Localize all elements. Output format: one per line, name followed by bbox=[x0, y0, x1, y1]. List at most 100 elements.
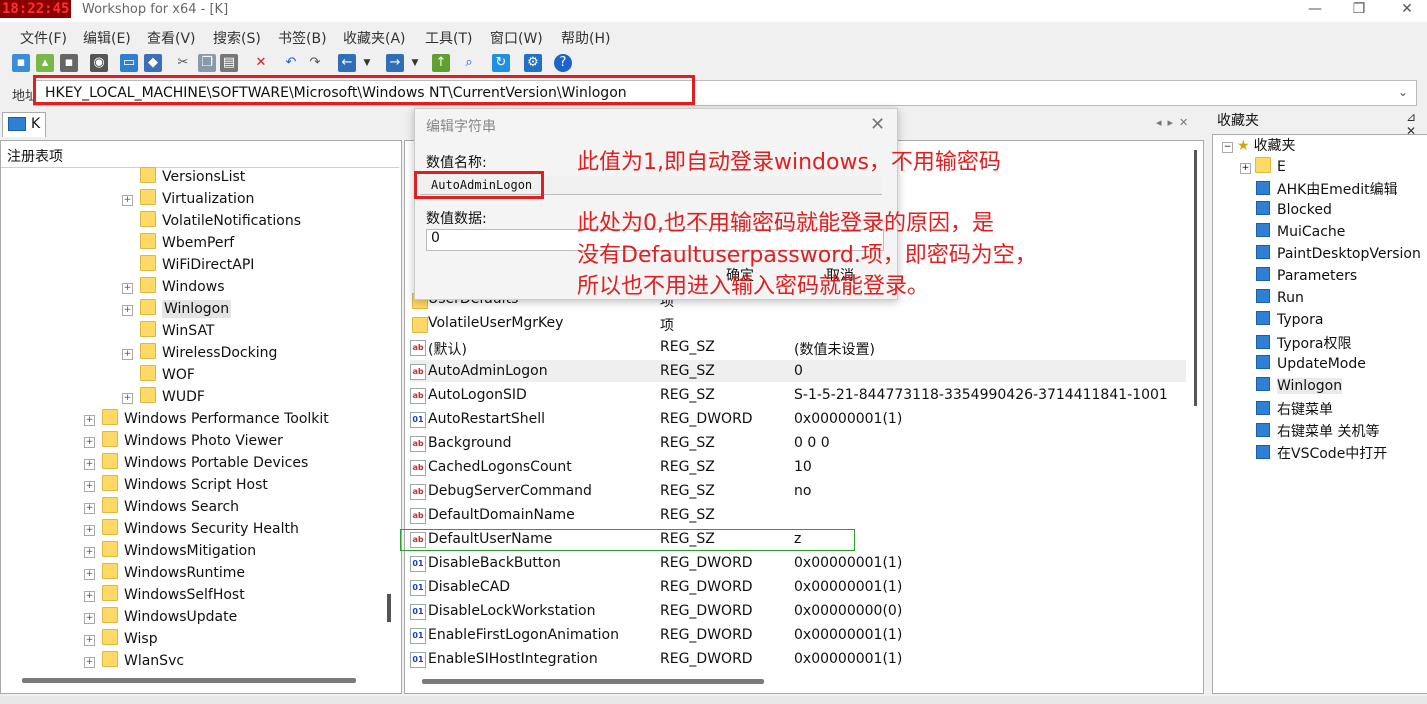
favorite-item[interactable]: PaintDesktopVersion bbox=[1256, 245, 1421, 267]
tree-item[interactable]: + Winlogon bbox=[122, 299, 232, 321]
tree-item[interactable]: + WUDF bbox=[122, 387, 205, 409]
favorite-item[interactable]: Parameters bbox=[1256, 267, 1357, 289]
value-row[interactable]: 01 DisableCAD REG_DWORD 0x00000001(1) bbox=[410, 577, 1186, 599]
tree-item[interactable]: VolatileNotifications bbox=[140, 211, 301, 233]
menu-file[interactable]: 文件(F) bbox=[20, 28, 67, 48]
forward-dropdown-icon[interactable]: ▼ bbox=[406, 54, 424, 72]
favorite-item[interactable]: Winlogon bbox=[1256, 377, 1343, 399]
tree-item[interactable]: + Windows bbox=[122, 277, 225, 299]
save-icon[interactable]: ▪ bbox=[60, 54, 78, 72]
forward-icon[interactable]: → bbox=[386, 54, 404, 72]
tree-item[interactable]: + WindowsMitigation bbox=[84, 541, 256, 563]
expand-icon[interactable]: + bbox=[84, 657, 95, 668]
expand-icon[interactable]: + bbox=[84, 547, 95, 558]
expand-icon[interactable]: + bbox=[122, 393, 133, 404]
tree-item[interactable]: + Wisp bbox=[84, 629, 158, 651]
favorite-item[interactable]: MuiCache bbox=[1256, 223, 1345, 245]
tree-item[interactable]: + WindowsRuntime bbox=[84, 563, 245, 585]
address-dropdown-icon[interactable]: ⌄ bbox=[1398, 85, 1408, 99]
dialog-close-icon[interactable]: ✕ bbox=[870, 114, 885, 135]
favorite-item[interactable]: Run bbox=[1256, 289, 1304, 311]
new-icon[interactable]: ▪ bbox=[12, 54, 30, 72]
tree-item[interactable]: + Virtualization bbox=[122, 189, 254, 211]
menu-view[interactable]: 查看(V) bbox=[147, 28, 196, 48]
expand-icon[interactable]: + bbox=[84, 503, 95, 514]
favorite-item[interactable]: + E bbox=[1240, 157, 1286, 179]
expand-icon[interactable]: + bbox=[1240, 163, 1251, 174]
tree-item[interactable]: + Windows Performance Toolkit bbox=[84, 409, 329, 431]
expand-icon[interactable]: + bbox=[84, 459, 95, 470]
favorite-item[interactable]: 右键菜单 bbox=[1256, 399, 1333, 421]
back-icon[interactable]: ← bbox=[338, 54, 356, 72]
settings-icon[interactable]: ⚙ bbox=[524, 54, 542, 72]
menu-edit[interactable]: 编辑(E) bbox=[83, 28, 131, 48]
value-row[interactable]: VolatileUserMgrKey 项 bbox=[410, 313, 1186, 335]
tree-item[interactable]: + Windows Portable Devices bbox=[84, 453, 308, 475]
expand-icon[interactable]: + bbox=[84, 437, 95, 448]
collapse-icon[interactable]: − bbox=[1222, 142, 1233, 153]
expand-icon[interactable]: + bbox=[84, 569, 95, 580]
refresh-icon[interactable]: ↻ bbox=[492, 54, 510, 72]
tree-item[interactable]: WiFiDirectAPI bbox=[140, 255, 254, 277]
value-row[interactable]: ab CachedLogonsCount REG_SZ 10 bbox=[410, 457, 1186, 479]
favorite-item[interactable]: Typora权限 bbox=[1256, 333, 1351, 355]
value-row[interactable]: 01 DisableLockWorkstation REG_DWORD 0x00000… bbox=[410, 601, 1186, 623]
favorites-root[interactable]: − ★ 收藏夹 bbox=[1222, 135, 1296, 157]
close-button[interactable]: ✕ bbox=[1392, 0, 1422, 20]
back-dropdown-icon[interactable]: ▼ bbox=[358, 54, 376, 72]
tree-item[interactable]: + WirelessDocking bbox=[122, 343, 277, 365]
favorite-item[interactable]: Blocked bbox=[1256, 201, 1332, 223]
expand-icon[interactable]: + bbox=[84, 525, 95, 536]
expand-icon[interactable]: + bbox=[122, 305, 133, 316]
help-icon[interactable]: ? bbox=[554, 54, 572, 72]
favorite-item[interactable]: 右键菜单 关机等 bbox=[1256, 421, 1379, 443]
network-icon[interactable]: ◆ bbox=[144, 54, 162, 72]
expand-icon[interactable]: + bbox=[84, 613, 95, 624]
menu-tools[interactable]: 工具(T) bbox=[425, 28, 472, 48]
computer-icon[interactable]: ▭ bbox=[120, 54, 138, 72]
tree-item[interactable]: + Windows Search bbox=[84, 497, 239, 519]
menu-help[interactable]: 帮助(H) bbox=[561, 28, 610, 48]
tree-item[interactable]: WinSAT bbox=[140, 321, 215, 343]
value-row[interactable]: ab Background REG_SZ 0 0 0 bbox=[410, 433, 1186, 455]
expand-icon[interactable]: + bbox=[122, 349, 133, 360]
camera-icon[interactable]: ◉ bbox=[90, 54, 108, 72]
expand-icon[interactable]: + bbox=[122, 283, 133, 294]
tree-item[interactable]: + Windows Photo Viewer bbox=[84, 431, 283, 453]
undo-icon[interactable]: ↶ bbox=[282, 54, 300, 72]
tree-item[interactable]: + Windows Security Health bbox=[84, 519, 299, 541]
tab-k[interactable]: K bbox=[2, 112, 46, 137]
copy-icon[interactable]: ❐ bbox=[198, 54, 216, 72]
expand-icon[interactable]: + bbox=[84, 635, 95, 646]
expand-icon[interactable]: + bbox=[84, 591, 95, 602]
tree-horizontal-scrollbar[interactable] bbox=[22, 678, 356, 683]
value-row[interactable]: 01 AutoRestartShell REG_DWORD 0x00000001(1) bbox=[410, 409, 1186, 431]
value-row[interactable]: 01 DisableBackButton REG_DWORD 0x00000001(1… bbox=[410, 553, 1186, 575]
favorite-item[interactable]: AHK由Emedit编辑 bbox=[1256, 179, 1398, 201]
parent-key-icon[interactable]: ↑ bbox=[432, 54, 450, 72]
value-row[interactable]: ab DefaultDomainName REG_SZ bbox=[410, 505, 1186, 527]
redo-icon[interactable]: ↷ bbox=[306, 54, 324, 72]
cut-icon[interactable]: ✂ bbox=[174, 54, 192, 72]
favorite-item[interactable]: UpdateMode bbox=[1256, 355, 1366, 377]
value-row[interactable]: 01 EnableFirstLogonAnimation REG_DWORD 0x00… bbox=[410, 625, 1186, 647]
pane-nav-icons[interactable]: ◂▸✕ bbox=[1156, 116, 1194, 129]
values-vertical-scrollbar[interactable] bbox=[1194, 150, 1197, 406]
tree-item[interactable]: WOF bbox=[140, 365, 195, 387]
value-row[interactable]: 01 EnableSIHostIntegration REG_DWORD 0x0000… bbox=[410, 649, 1186, 671]
expand-icon[interactable]: + bbox=[84, 415, 95, 426]
find-icon[interactable]: ⌕ bbox=[460, 54, 478, 72]
favorite-item[interactable]: 在VSCode中打开 bbox=[1256, 443, 1387, 465]
expand-icon[interactable]: + bbox=[84, 481, 95, 492]
tree-item[interactable]: + Windows Script Host bbox=[84, 475, 268, 497]
tree-item[interactable]: + WindowsUpdate bbox=[84, 607, 237, 629]
tree-item[interactable]: WbemPerf bbox=[140, 233, 234, 255]
favorite-item[interactable]: Typora bbox=[1256, 311, 1323, 333]
menu-search[interactable]: 搜索(S) bbox=[213, 28, 261, 48]
tree-vertical-scrollbar[interactable] bbox=[387, 594, 391, 622]
tree-item[interactable]: VersionsList bbox=[140, 167, 245, 189]
expand-icon[interactable]: + bbox=[122, 195, 133, 206]
value-row[interactable]: ab AutoAdminLogon REG_SZ 0 bbox=[410, 361, 1186, 383]
tree-item[interactable]: + WindowsSelfHost bbox=[84, 585, 245, 607]
menu-bookmarks[interactable]: 书签(B) bbox=[278, 28, 327, 48]
